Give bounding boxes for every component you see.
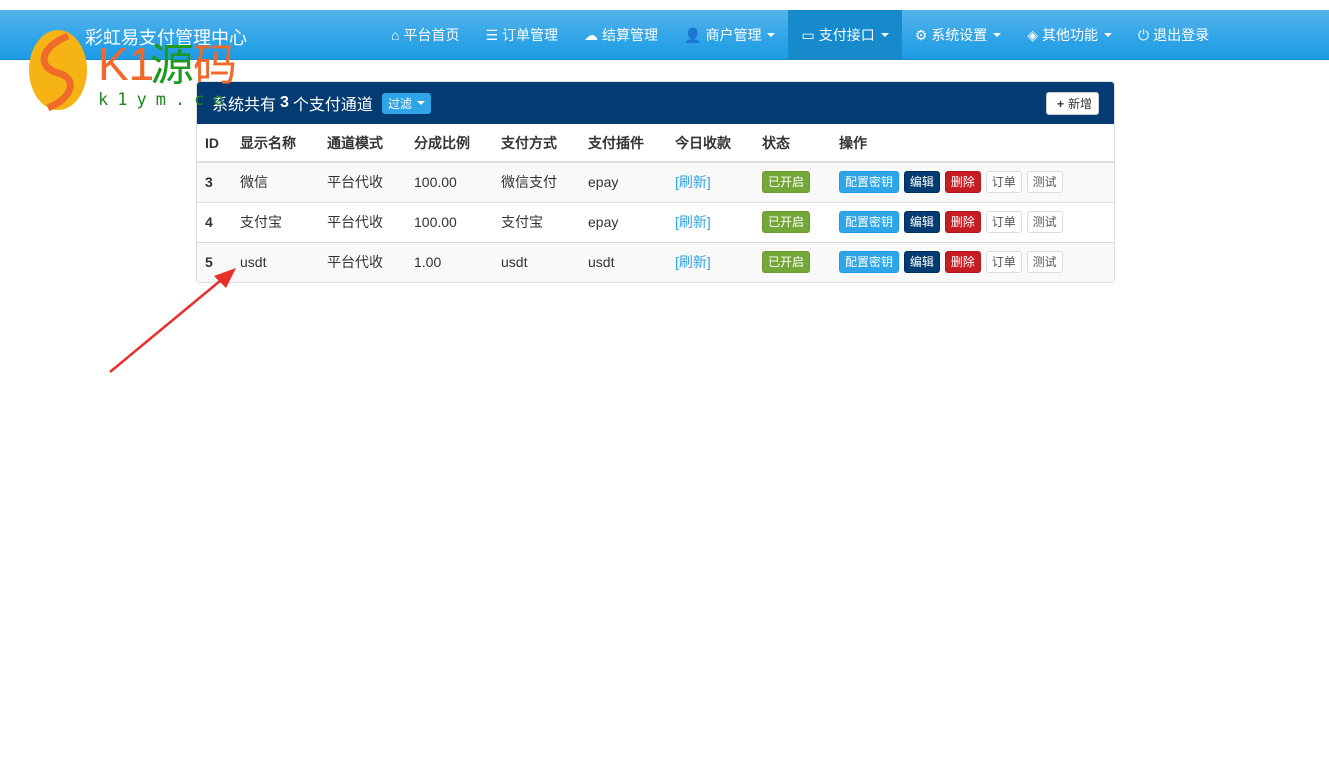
annotation-arrow [109, 268, 236, 373]
